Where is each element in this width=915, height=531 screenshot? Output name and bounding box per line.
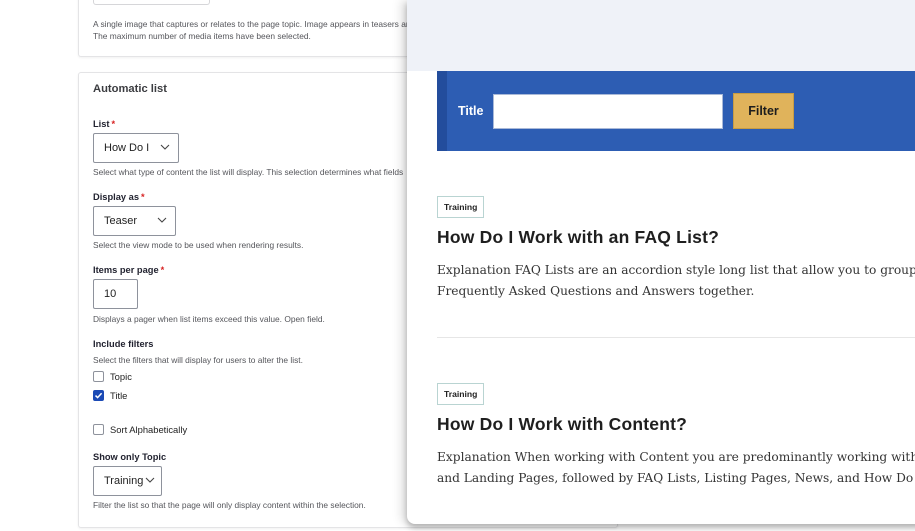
items-per-page-description: Displays a pager when list items exceed …	[93, 314, 325, 324]
required-marker: *	[160, 265, 165, 275]
list-description: Select what type of content the list wil…	[93, 167, 404, 177]
result-divider	[437, 337, 915, 338]
list-item: Training How Do I Work with an FAQ List?…	[437, 196, 915, 316]
title-filter-input[interactable]	[493, 94, 723, 129]
result-summary: Explanation FAQ Lists are an accordion s…	[437, 263, 915, 298]
filter-option-topic[interactable]: Topic	[93, 371, 132, 382]
sort-alphabetically-checkbox[interactable]	[93, 424, 104, 435]
topic-checkbox[interactable]	[93, 371, 104, 382]
media-field-description: A single image that captures or relates …	[93, 19, 416, 41]
filter-option-title[interactable]: Title	[93, 390, 127, 401]
result-summary: Explanation When working with Content yo…	[437, 450, 915, 485]
section-title: Automatic list	[93, 83, 167, 95]
title-checkbox[interactable]	[93, 390, 104, 401]
list-label: List *	[93, 119, 116, 129]
display-as-label: Display as *	[93, 192, 145, 202]
show-only-topic-description: Filter the list so that the page will on…	[93, 500, 366, 510]
required-marker: *	[141, 192, 145, 202]
chevron-down-icon	[157, 217, 167, 223]
preview-header	[407, 0, 915, 71]
required-marker: *	[111, 119, 116, 129]
title-filter-label: Title	[458, 104, 484, 118]
items-per-page-label: Items per page *	[93, 265, 165, 275]
include-filters-description: Select the filters that will display for…	[93, 355, 303, 365]
filter-button[interactable]: Filter	[733, 93, 794, 129]
include-filters-label: Include filters	[93, 339, 154, 349]
result-title[interactable]: How Do I Work with an FAQ List?	[437, 227, 719, 248]
sort-alphabetically-option[interactable]: Sort Alphabetically	[93, 424, 187, 435]
items-per-page-input[interactable]: 10	[93, 279, 138, 309]
list-item: Training How Do I Work with Content? Exp…	[437, 383, 915, 503]
chevron-down-icon	[160, 144, 170, 150]
media-field-widget[interactable]	[93, 0, 210, 5]
checkmark-icon	[94, 392, 103, 399]
preview-panel: Title Filter Training How Do I Work with…	[407, 0, 915, 524]
display-as-description: Select the view mode to be used when ren…	[93, 240, 304, 250]
topic-badge[interactable]: Training	[437, 383, 485, 405]
result-title[interactable]: How Do I Work with Content?	[437, 414, 687, 435]
list-filter-bar: Title Filter	[437, 71, 915, 151]
topic-badge[interactable]: Training	[437, 196, 485, 218]
display-as-select[interactable]: Teaser	[93, 206, 176, 236]
list-select[interactable]: How Do I	[93, 133, 179, 163]
show-only-topic-label: Show only Topic	[93, 452, 167, 462]
filter-bar-accent	[437, 71, 447, 151]
show-only-topic-select[interactable]: Training	[93, 466, 162, 496]
chevron-down-icon	[145, 477, 155, 483]
